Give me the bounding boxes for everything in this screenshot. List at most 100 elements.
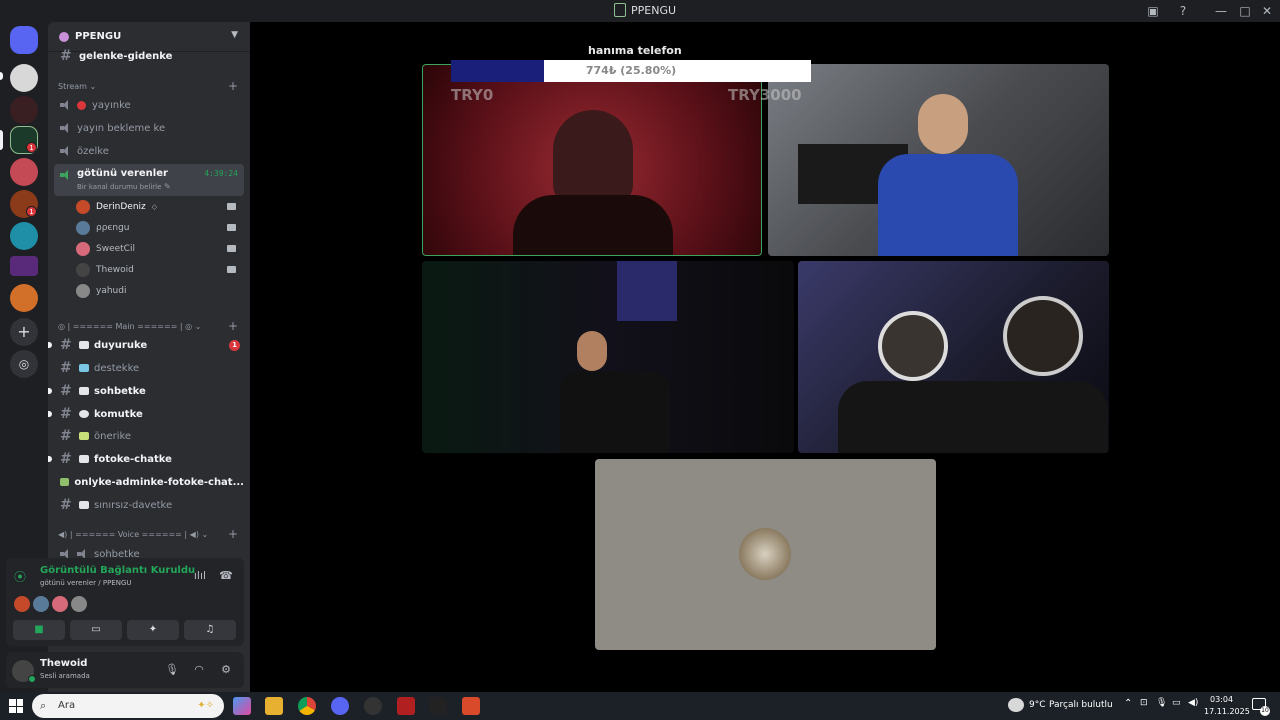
clock-date[interactable]: 17.11.2025 — [1204, 707, 1250, 716]
camera-icon — [227, 266, 236, 273]
category-stream[interactable]: Stream ⌄ — [58, 82, 96, 91]
user-panel: Thewoid Sesli aramada 🎙 ◠ ⚙ — [6, 652, 244, 688]
network-icon[interactable]: ▭ — [1172, 698, 1181, 708]
avatar[interactable] — [33, 596, 49, 612]
activities-button[interactable]: ✦ — [127, 620, 179, 640]
text-channel[interactable]: # destekke — [54, 358, 244, 378]
settings-gear-icon[interactable]: ⚙ — [218, 662, 234, 678]
server-icon[interactable] — [10, 64, 38, 92]
channel-status[interactable]: Bir kanal durumu belirle — [77, 183, 161, 191]
headphones-icon[interactable]: ◠ — [191, 662, 207, 678]
taskbar-search[interactable]: ⌕ Ara ✦✧ — [32, 694, 224, 718]
participant-figure — [577, 331, 607, 371]
noise-suppression-icon[interactable]: ılıl — [192, 568, 208, 584]
voice-channel[interactable]: yayınke — [54, 95, 244, 115]
weather-text[interactable]: Parçalı bulutlu — [1049, 700, 1113, 710]
emoji-icon — [79, 432, 89, 440]
microphone-icon[interactable]: 🎙 — [164, 662, 180, 678]
add-channel-icon[interactable]: + — [228, 319, 238, 333]
discover-icon[interactable]: ◎ — [10, 350, 38, 378]
video-tile-avatar[interactable] — [595, 459, 936, 650]
add-channel-icon[interactable]: + — [228, 79, 238, 93]
microphone-tray-icon[interactable]: 🎙 — [1156, 698, 1167, 708]
member-name: yahudi — [96, 286, 127, 296]
signal-icon[interactable]: ⦿ — [14, 568, 32, 586]
server-icon[interactable] — [10, 96, 38, 124]
app-icon[interactable] — [429, 697, 447, 715]
chrome-icon[interactable] — [298, 697, 316, 715]
disconnect-icon[interactable]: ☎ — [218, 568, 234, 584]
file-explorer-icon[interactable] — [265, 697, 283, 715]
avatar[interactable] — [14, 596, 30, 612]
text-channel[interactable]: # komutke — [48, 404, 244, 424]
category-label: | ====== Voice ====== | — [69, 530, 188, 539]
volume-icon[interactable]: ◀) — [1188, 698, 1198, 708]
maximize-button[interactable]: □ — [1237, 3, 1253, 19]
server-pill — [0, 72, 3, 80]
text-channel[interactable]: # duyuruke 1 — [48, 335, 244, 355]
category-voice[interactable]: ◀) | ====== Voice ====== | ◀) ⌄ — [58, 530, 208, 539]
connection-status[interactable]: Görüntülü Bağlantı Kuruldu — [40, 565, 195, 576]
voice-member[interactable]: SweetCil — [76, 239, 242, 259]
voice-member[interactable]: ρρєngu — [76, 218, 242, 238]
hash-icon: # — [60, 383, 72, 399]
text-channel[interactable]: # sınırsız-davetke — [54, 495, 244, 515]
voicemod-icon[interactable] — [397, 697, 415, 715]
video-tile[interactable] — [422, 261, 794, 453]
edit-icon[interactable]: ✎ — [164, 182, 171, 191]
mention-badge: 1 — [229, 339, 240, 351]
tray-icon[interactable]: ⊡ — [1140, 698, 1148, 708]
member-name: DerinDeniz — [96, 202, 146, 212]
video-tile[interactable] — [768, 64, 1109, 256]
category-main[interactable]: ◎ | ====== Main ====== | ◎ ⌄ — [58, 322, 201, 331]
connection-location[interactable]: götünü verenler / PPENGU — [40, 579, 132, 587]
help-icon[interactable]: ? — [1175, 3, 1191, 19]
obs-icon[interactable] — [364, 697, 382, 715]
channel-name: onlyke-adminke-fotoke-chat... — [74, 476, 244, 488]
video-tile[interactable] — [798, 261, 1109, 453]
text-channel[interactable]: # fotoke-chatke — [48, 449, 244, 469]
channel-item[interactable]: # gelenke-gidenke — [54, 46, 244, 66]
online-status-icon — [28, 675, 36, 683]
inbox-icon[interactable]: ▣ — [1145, 3, 1161, 19]
add-channel-icon[interactable]: + — [228, 527, 238, 541]
username[interactable]: Thewoid — [40, 658, 87, 669]
server-icon[interactable] — [10, 284, 38, 312]
server-icon[interactable] — [10, 256, 38, 276]
text-channel[interactable]: onlyke-adminke-fotoke-chat... — [54, 472, 244, 492]
screen-share-button[interactable]: ▭ — [70, 620, 122, 640]
participant-figure — [878, 311, 948, 381]
active-voice-channel[interactable]: götünü verenler 4:39:24 Bir kanal durumu… — [54, 164, 244, 196]
text-channel[interactable]: # önerike — [54, 426, 244, 446]
soundboard-button[interactable]: ♫ — [184, 620, 236, 640]
voice-channel-name: özelke — [77, 145, 109, 157]
avatar[interactable] — [71, 596, 87, 612]
discord-home-icon[interactable] — [10, 26, 38, 54]
participant-figure — [513, 195, 673, 255]
windows-start-icon[interactable] — [9, 699, 23, 713]
avatar — [76, 221, 90, 235]
close-button[interactable]: ✕ — [1259, 3, 1275, 19]
copilot-icon[interactable] — [233, 697, 251, 715]
weather-icon[interactable] — [1008, 698, 1024, 712]
avatar[interactable] — [52, 596, 68, 612]
camera-button[interactable]: ■ — [13, 620, 65, 640]
minimize-button[interactable]: — — [1213, 3, 1229, 19]
voice-member[interactable]: Thewoid — [76, 260, 242, 280]
voice-channel[interactable]: yayın bekleme ke — [54, 118, 244, 138]
add-server-icon[interactable]: + — [10, 318, 38, 346]
clock-time[interactable]: 03:04 — [1210, 695, 1233, 704]
server-icon[interactable] — [10, 158, 38, 186]
brave-icon[interactable] — [462, 697, 480, 715]
chevron-up-icon[interactable]: ⌃ — [1124, 698, 1132, 709]
member-name: ρρєngu — [96, 223, 130, 233]
camera-icon — [227, 203, 236, 210]
voice-member[interactable]: yahudi — [76, 281, 242, 301]
weather-temp[interactable]: 9°C — [1029, 700, 1046, 710]
voice-member[interactable]: DerinDeniz ◇ — [76, 197, 242, 217]
server-icon[interactable] — [10, 222, 38, 250]
text-channel[interactable]: # sohbetke — [48, 381, 244, 401]
title-bar: PPENGU ▣ ? — □ ✕ — [0, 0, 1280, 22]
voice-channel[interactable]: özelke — [54, 141, 244, 161]
discord-taskbar-icon[interactable] — [331, 697, 349, 715]
